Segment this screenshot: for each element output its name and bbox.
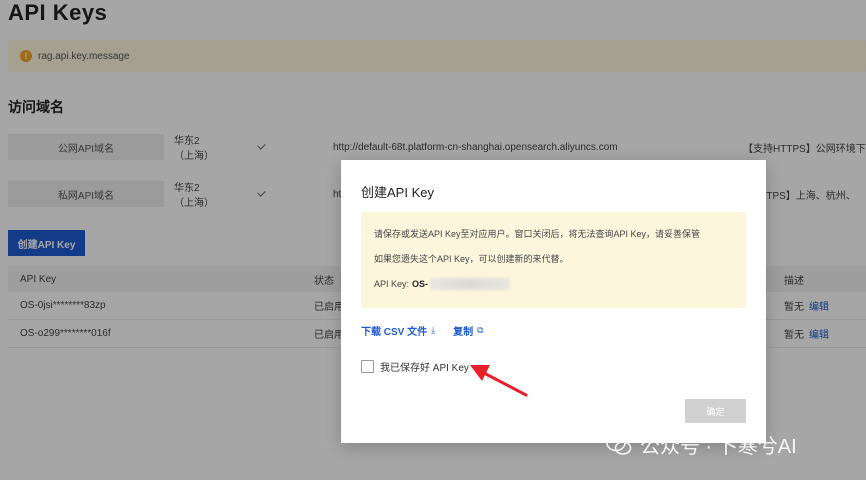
create-api-key-dialog: 创建API Key 请保存或发送API Key至对应用户。窗口关闭后，将无法查询… bbox=[341, 160, 766, 443]
api-key-display: API Key: OS- bbox=[374, 278, 511, 290]
copy-label: 复制 bbox=[453, 327, 474, 338]
copy-icon: ⧉ bbox=[477, 325, 484, 335]
api-key-redacted bbox=[430, 278, 511, 290]
api-key-label: API Key: bbox=[374, 279, 410, 289]
download-icon: ⤓ bbox=[431, 325, 436, 335]
notice-box: 请保存或发送API Key至对应用户。窗口关闭后，将无法查询API Key，请妥… bbox=[361, 212, 746, 308]
download-csv-link[interactable]: 下载 CSV 文件 ⤓ bbox=[361, 323, 435, 338]
action-links: 下载 CSV 文件 ⤓ 复制 ⧉ bbox=[361, 323, 484, 338]
confirm-button[interactable]: 确定 bbox=[685, 399, 746, 423]
wechat-logo-icon bbox=[606, 434, 632, 455]
copy-link[interactable]: 复制 ⧉ bbox=[453, 323, 483, 338]
watermark-text: 公众号 · 卜寒兮AI bbox=[640, 436, 797, 458]
checkbox-box[interactable] bbox=[361, 360, 374, 373]
checkbox-label: 我已保存好 API Key bbox=[380, 363, 469, 374]
download-csv-label: 下载 CSV 文件 bbox=[361, 327, 428, 338]
saved-confirm-checkbox[interactable]: 我已保存好 API Key bbox=[361, 359, 469, 374]
notice-text: 请保存或发送API Key至对应用户。窗口关闭后，将无法查询API Key，请妥… bbox=[374, 229, 701, 239]
red-arrow-annotation bbox=[470, 365, 528, 397]
watermark: 公众号 · 卜寒兮AI bbox=[606, 430, 797, 459]
api-key-prefix: OS- bbox=[412, 279, 429, 289]
dialog-title: 创建API Key bbox=[361, 185, 434, 200]
notice-text: 如果您遗失这个API Key，可以创建新的来代替。 bbox=[374, 254, 569, 264]
